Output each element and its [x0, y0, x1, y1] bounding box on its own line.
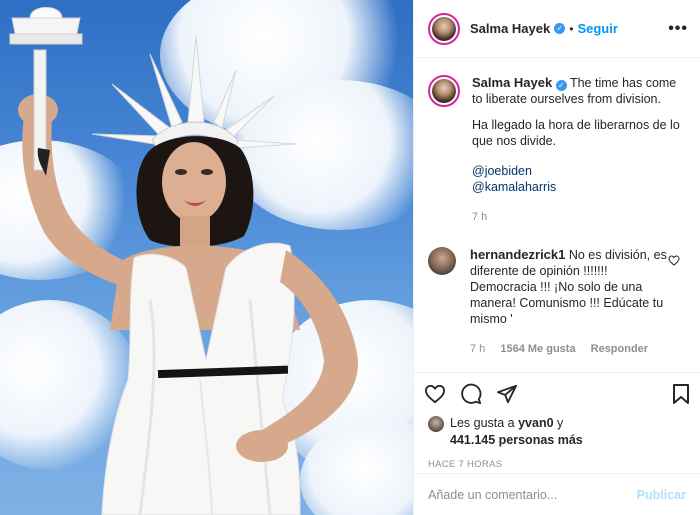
- comment-likes[interactable]: 1564 Me gusta: [500, 343, 575, 355]
- comment-timestamp[interactable]: 7 h: [470, 343, 485, 355]
- comments-area: Salma Hayek ✓ The time has come to liber…: [414, 59, 700, 372]
- publish-button[interactable]: Publicar: [637, 488, 686, 502]
- caption-author-avatar[interactable]: [428, 75, 460, 107]
- caption-es: Ha llegado la hora de liberarnos de lo q…: [472, 118, 680, 148]
- author-username[interactable]: Salma Hayek: [470, 21, 550, 36]
- commenter-avatar[interactable]: [428, 247, 456, 275]
- verified-badge-icon: ✓: [555, 80, 567, 91]
- post-panel: Salma Hayek ✓ • Seguir ••• Salma Hayek ✓…: [413, 0, 700, 515]
- caption-timestamp[interactable]: 7 h: [472, 209, 684, 225]
- likes-prefix: Les gusta a: [450, 416, 519, 430]
- post-age[interactable]: HACE 7 HORAS: [414, 459, 700, 470]
- liker-avatar[interactable]: [428, 416, 444, 432]
- post-photo[interactable]: [0, 0, 413, 515]
- like-heart-icon[interactable]: [424, 382, 460, 406]
- reply-button[interactable]: Responder: [591, 343, 648, 355]
- comment-body: hernandezrick1 No es división, es difere…: [470, 247, 670, 357]
- separator-dot: •: [569, 21, 574, 36]
- caption: Salma Hayek ✓ The time has come to liber…: [428, 75, 686, 225]
- caption-text: Salma Hayek ✓ The time has come to liber…: [472, 75, 684, 225]
- comment-meta: 7 h 1564 Me gusta Responder: [470, 341, 670, 357]
- commenter-username[interactable]: hernandezrick1: [470, 247, 565, 262]
- mention-joebiden[interactable]: @joebiden: [472, 163, 684, 179]
- add-comment-input[interactable]: Añade un comentario...: [428, 488, 557, 502]
- liker-username[interactable]: yvan0: [518, 416, 553, 430]
- likes-suffix: y: [553, 416, 564, 430]
- share-paper-plane-icon[interactable]: [496, 382, 532, 406]
- bookmark-icon[interactable]: [654, 382, 690, 406]
- statue-of-liberty-figure: [9, 7, 359, 515]
- mention-kamalaharris[interactable]: @kamalaharris: [472, 179, 684, 195]
- caption-author[interactable]: Salma Hayek: [472, 75, 552, 90]
- comment-item: hernandezrick1 No es división, es difere…: [428, 247, 686, 357]
- post-header: Salma Hayek ✓ • Seguir •••: [414, 0, 700, 58]
- follow-button[interactable]: Seguir: [577, 21, 617, 36]
- likes-count[interactable]: 441.145 personas más: [450, 433, 583, 447]
- likes-summary: Les gusta a yvan0 y 441.145 personas más: [414, 415, 700, 449]
- verified-badge-icon: ✓: [554, 23, 566, 34]
- add-comment-bar: Añade un comentario... Publicar: [414, 473, 700, 515]
- author-avatar[interactable]: [428, 12, 460, 45]
- comment-like-heart-icon[interactable]: [668, 255, 680, 266]
- comment-bubble-icon[interactable]: [460, 382, 496, 406]
- more-options-icon[interactable]: •••: [668, 20, 688, 38]
